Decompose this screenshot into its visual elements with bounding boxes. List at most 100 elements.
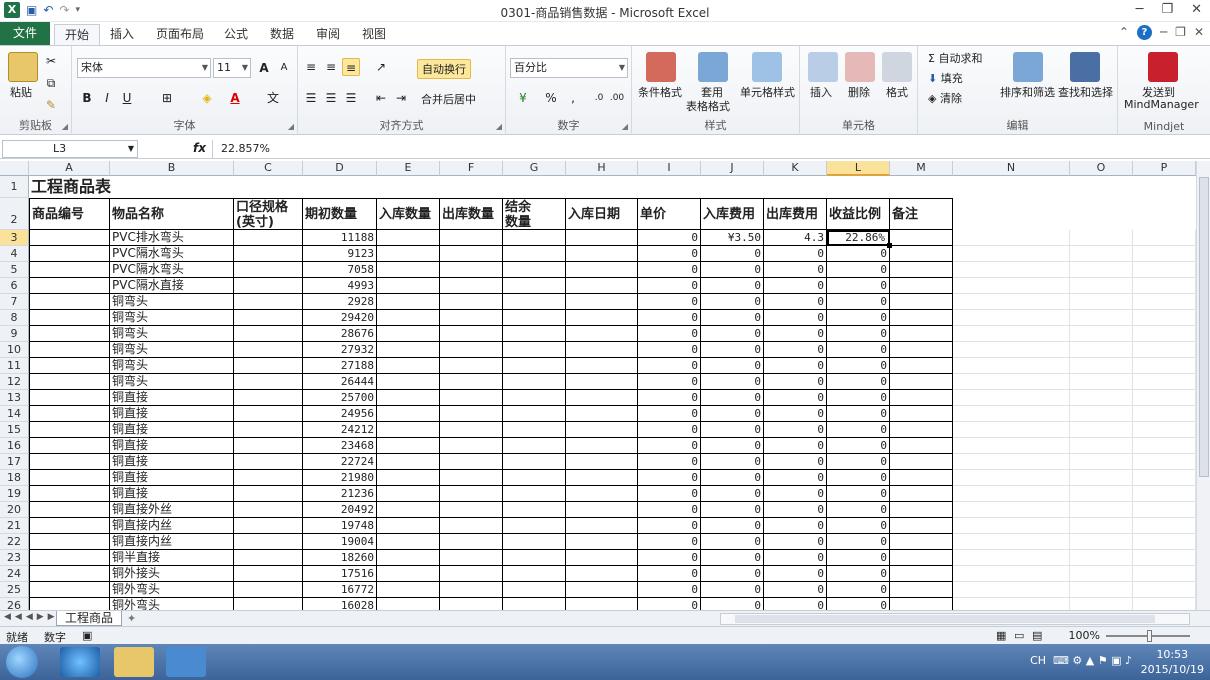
- data-cell[interactable]: [890, 358, 953, 374]
- data-cell[interactable]: [440, 566, 503, 582]
- data-cell[interactable]: [440, 534, 503, 550]
- data-cell[interactable]: PVC隔水直接: [110, 278, 234, 294]
- data-cell[interactable]: 0: [827, 278, 890, 294]
- data-cell[interactable]: [377, 550, 440, 566]
- data-cell[interactable]: [377, 470, 440, 486]
- italic-button[interactable]: I: [98, 89, 116, 107]
- data-cell[interactable]: [440, 310, 503, 326]
- data-cell[interactable]: [377, 566, 440, 582]
- data-cell[interactable]: [234, 582, 303, 598]
- empty-cell[interactable]: [1133, 358, 1196, 374]
- grow-font-button[interactable]: A: [255, 59, 273, 77]
- data-cell[interactable]: [234, 278, 303, 294]
- data-cell[interactable]: 铜直接外丝: [110, 502, 234, 518]
- empty-cell[interactable]: [1070, 454, 1133, 470]
- data-cell[interactable]: [29, 374, 110, 390]
- data-cell[interactable]: [234, 550, 303, 566]
- empty-cell[interactable]: [1070, 294, 1133, 310]
- empty-cell[interactable]: [953, 390, 1070, 406]
- new-sheet-icon[interactable]: ✦: [127, 612, 136, 625]
- header-cell-k[interactable]: 出库费用: [764, 198, 827, 230]
- align-left-icon[interactable]: ☰: [302, 89, 320, 107]
- data-cell[interactable]: [440, 294, 503, 310]
- orientation-icon[interactable]: ↗: [372, 58, 390, 76]
- empty-cell[interactable]: [1070, 422, 1133, 438]
- data-cell[interactable]: [377, 262, 440, 278]
- data-cell[interactable]: [377, 406, 440, 422]
- data-cell[interactable]: 铜直接内丝: [110, 534, 234, 550]
- header-cell-l[interactable]: 收益比例: [827, 198, 890, 230]
- row-header[interactable]: 13: [0, 390, 29, 406]
- data-cell[interactable]: 16028: [303, 598, 377, 610]
- data-cell[interactable]: [890, 566, 953, 582]
- clear-button[interactable]: ◈ 清除: [928, 90, 962, 106]
- row-header[interactable]: 1: [0, 176, 29, 198]
- empty-cell[interactable]: [1070, 310, 1133, 326]
- align-center-icon[interactable]: ☰: [322, 89, 340, 107]
- data-cell[interactable]: [503, 294, 566, 310]
- data-cell[interactable]: [440, 342, 503, 358]
- data-cell[interactable]: [566, 598, 638, 610]
- tab-view[interactable]: 视图: [352, 24, 396, 45]
- data-cell[interactable]: [566, 438, 638, 454]
- data-cell[interactable]: PVC隔水弯头: [110, 246, 234, 262]
- empty-cell[interactable]: [1133, 486, 1196, 502]
- insert-cells-icon[interactable]: [808, 52, 838, 82]
- column-header-j[interactable]: J: [701, 161, 764, 176]
- sheet-tab[interactable]: 工程商品: [56, 611, 123, 626]
- align-top-icon[interactable]: ≡: [302, 58, 320, 76]
- data-cell[interactable]: [29, 550, 110, 566]
- data-cell[interactable]: [503, 342, 566, 358]
- data-cell[interactable]: 0: [764, 358, 827, 374]
- column-header-l[interactable]: L: [827, 161, 890, 176]
- data-cell[interactable]: [890, 486, 953, 502]
- data-cell[interactable]: [890, 502, 953, 518]
- file-explorer-icon[interactable]: [114, 647, 154, 677]
- copy-icon[interactable]: ⧉: [42, 74, 60, 92]
- data-cell[interactable]: [566, 262, 638, 278]
- insert-function-icon[interactable]: fx: [193, 141, 206, 155]
- data-cell[interactable]: [440, 470, 503, 486]
- data-cell[interactable]: 0: [701, 470, 764, 486]
- help-icon[interactable]: ?: [1136, 25, 1152, 40]
- data-cell[interactable]: [29, 518, 110, 534]
- data-cell[interactable]: [566, 358, 638, 374]
- data-cell[interactable]: [890, 534, 953, 550]
- row-header[interactable]: 15: [0, 422, 29, 438]
- fill-button[interactable]: ⬇ 填充: [928, 70, 963, 86]
- empty-cell[interactable]: [953, 262, 1070, 278]
- data-cell[interactable]: 0: [764, 518, 827, 534]
- tab-page-layout[interactable]: 页面布局: [146, 24, 214, 45]
- data-cell[interactable]: 0: [764, 422, 827, 438]
- header-cell-b[interactable]: 物品名称: [110, 198, 234, 230]
- data-cell[interactable]: [377, 518, 440, 534]
- data-cell[interactable]: 19748: [303, 518, 377, 534]
- paste-button[interactable]: 粘贴: [10, 84, 32, 100]
- empty-cell[interactable]: [1133, 230, 1196, 246]
- cell-styles-icon[interactable]: [752, 52, 782, 82]
- data-cell[interactable]: [890, 294, 953, 310]
- delete-cells-icon[interactable]: [845, 52, 875, 82]
- empty-cell[interactable]: [953, 422, 1070, 438]
- data-cell[interactable]: 2928: [303, 294, 377, 310]
- row-header[interactable]: 20: [0, 502, 29, 518]
- data-cell[interactable]: [566, 502, 638, 518]
- empty-cell[interactable]: [1070, 438, 1133, 454]
- empty-cell[interactable]: [1070, 358, 1133, 374]
- data-cell[interactable]: 0: [701, 358, 764, 374]
- data-cell[interactable]: [440, 326, 503, 342]
- row-header[interactable]: 25: [0, 582, 29, 598]
- sheet-title[interactable]: 工程商品表: [29, 176, 229, 198]
- data-cell[interactable]: 0: [701, 294, 764, 310]
- row-header[interactable]: 7: [0, 294, 29, 310]
- data-cell[interactable]: [890, 374, 953, 390]
- data-cell[interactable]: [440, 406, 503, 422]
- insert-cells-button[interactable]: 插入: [810, 84, 832, 100]
- data-cell[interactable]: 0: [827, 422, 890, 438]
- data-cell[interactable]: [29, 310, 110, 326]
- column-header-g[interactable]: G: [503, 161, 566, 176]
- data-cell[interactable]: [377, 454, 440, 470]
- data-cell[interactable]: 27188: [303, 358, 377, 374]
- data-cell[interactable]: 铜直接: [110, 406, 234, 422]
- dialog-launcher-icon[interactable]: ◢: [496, 122, 502, 131]
